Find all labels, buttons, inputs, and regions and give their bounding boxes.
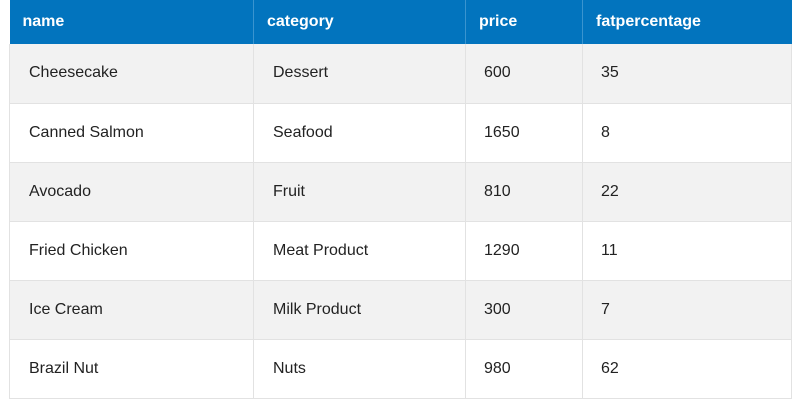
header-name: name <box>9 0 254 44</box>
table-row: Avocado Fruit 810 22 <box>9 162 792 222</box>
header-row: name category price fatpercentage <box>9 0 792 44</box>
table-row: Ice Cream Milk Product 300 7 <box>9 280 792 340</box>
table-body: Cheesecake Dessert 600 35 Canned Salmon … <box>9 44 792 399</box>
table-row: Canned Salmon Seafood 1650 8 <box>9 103 792 163</box>
cell-fatpercentage: 62 <box>582 339 792 399</box>
cell-fatpercentage: 8 <box>582 103 792 163</box>
table-header: name category price fatpercentage <box>9 0 792 44</box>
cell-fatpercentage: 22 <box>582 162 792 222</box>
header-fatpercentage: fatpercentage <box>596 13 701 30</box>
cell-price: 600 <box>465 44 583 104</box>
table-row: Brazil Nut Nuts 980 62 <box>9 339 792 399</box>
cell-name: Ice Cream <box>9 280 254 340</box>
table-row: Cheesecake Dessert 600 35 <box>9 44 792 104</box>
cell-category: Nuts <box>253 339 466 399</box>
header-category: category <box>253 0 466 44</box>
header-price: price <box>465 0 583 44</box>
food-table: name category price fatpercentage Cheese… <box>9 0 792 399</box>
cell-category: Milk Product <box>253 280 466 340</box>
cell-category: Seafood <box>253 103 466 163</box>
cell-fatpercentage: 11 <box>582 221 792 281</box>
cell-name: Fried Chicken <box>9 221 254 281</box>
cell-price: 1650 <box>465 103 583 163</box>
cell-price: 810 <box>465 162 583 222</box>
data-table-container: name category price fatpercentage Cheese… <box>9 0 792 399</box>
cell-price: 300 <box>465 280 583 340</box>
cell-name: Canned Salmon <box>9 103 254 163</box>
cell-category: Meat Product <box>253 221 466 281</box>
table-row: Fried Chicken Meat Product 1290 11 <box>9 221 792 281</box>
cell-name: Avocado <box>9 162 254 222</box>
cell-category: Fruit <box>253 162 466 222</box>
cell-price: 1290 <box>465 221 583 281</box>
cell-price: 980 <box>465 339 583 399</box>
cell-category: Dessert <box>253 44 466 104</box>
cell-fatpercentage: 35 <box>582 44 792 104</box>
cell-fatpercentage: 7 <box>582 280 792 340</box>
cell-name: Cheesecake <box>9 44 254 104</box>
cell-name: Brazil Nut <box>9 339 254 399</box>
